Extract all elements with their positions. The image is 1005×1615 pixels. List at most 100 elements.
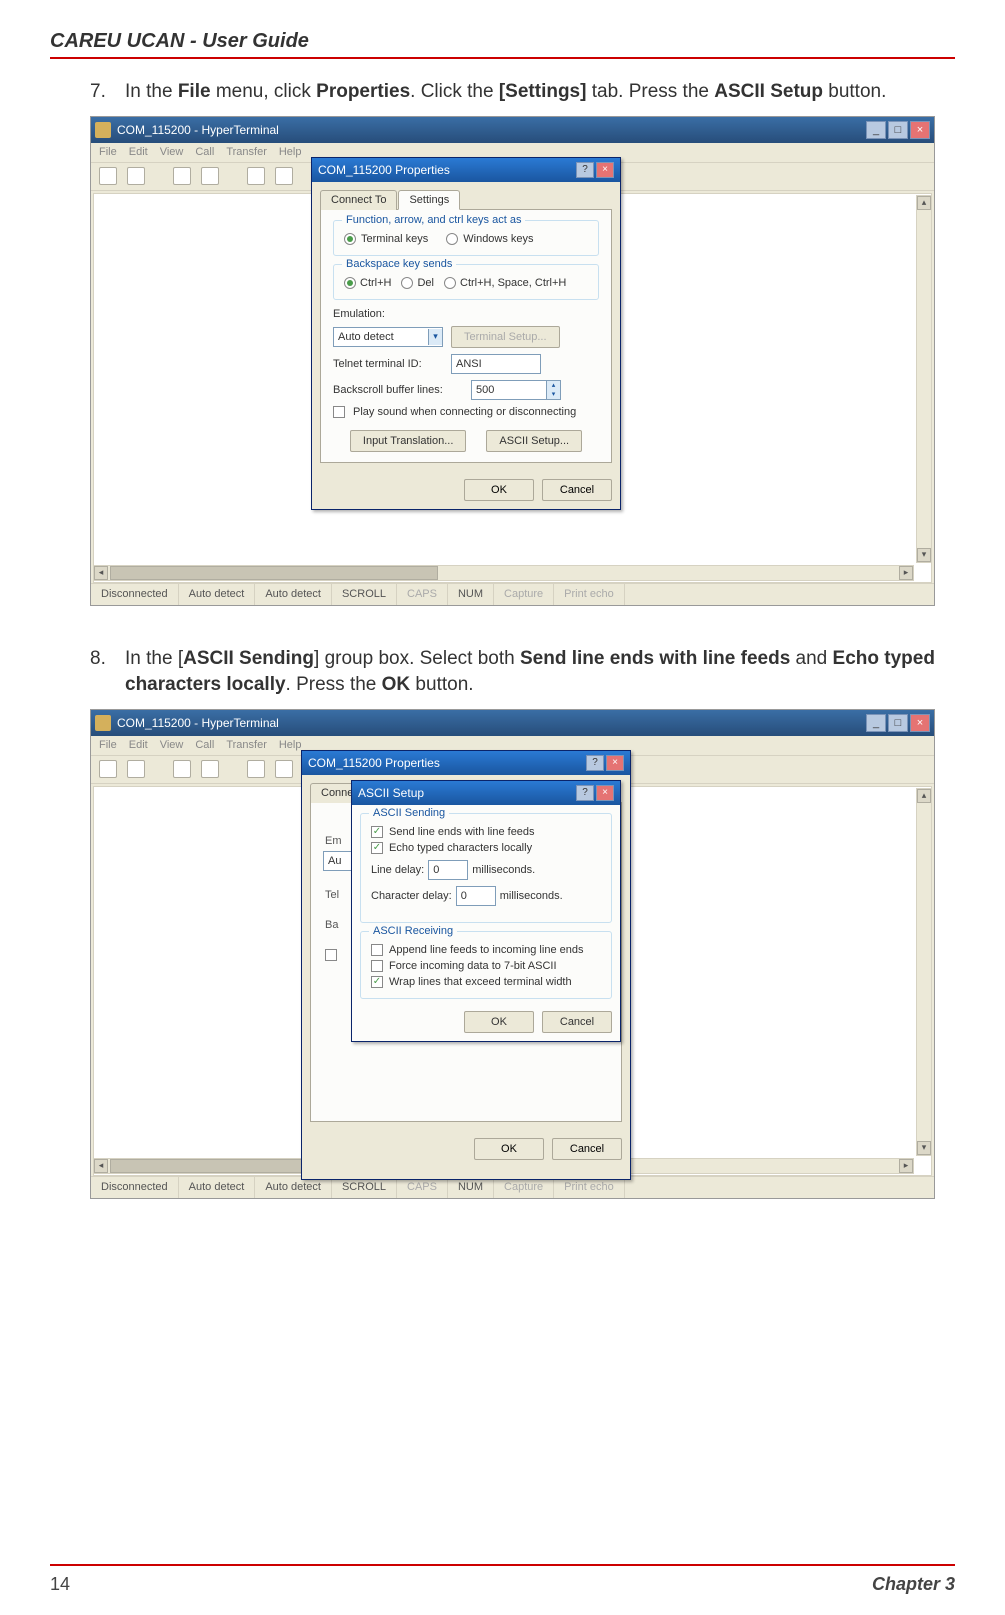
- spin-up-icon[interactable]: ▴: [547, 381, 560, 390]
- menu-view[interactable]: View: [160, 739, 184, 751]
- append-lf-checkbox[interactable]: [371, 944, 383, 956]
- windows-keys-label: Windows keys: [463, 233, 533, 245]
- receive-icon[interactable]: [275, 167, 293, 185]
- emulation-select[interactable]: Auto detect ▾: [333, 327, 443, 347]
- del-radio[interactable]: [401, 277, 413, 289]
- windows-keys-radio[interactable]: [446, 233, 458, 245]
- menu-file[interactable]: File: [99, 146, 117, 158]
- force-7bit-checkbox[interactable]: [371, 960, 383, 972]
- connect-icon[interactable]: [173, 167, 191, 185]
- t: Send line ends with line feeds: [520, 648, 790, 669]
- cancel-button[interactable]: Cancel: [542, 1011, 612, 1033]
- menu-transfer[interactable]: Transfer: [226, 146, 267, 158]
- menu-edit[interactable]: Edit: [129, 146, 148, 158]
- group-legend: ASCII Sending: [369, 807, 449, 819]
- scroll-right-icon[interactable]: ▸: [899, 1159, 913, 1173]
- dialog-close-button[interactable]: ×: [596, 785, 614, 801]
- del-label: Del: [417, 277, 434, 289]
- echo-typed-checkbox[interactable]: [371, 842, 383, 854]
- ok-button[interactable]: OK: [474, 1138, 544, 1160]
- tab-connect-to[interactable]: Connect To: [320, 190, 397, 210]
- titlebar: COM_115200 - HyperTerminal _ □ ×: [91, 710, 934, 736]
- ascii-setup-button[interactable]: ASCII Setup...: [486, 430, 582, 452]
- line-delay-input[interactable]: 0: [428, 860, 468, 880]
- scroll-thumb[interactable]: [110, 566, 438, 580]
- menu-call[interactable]: Call: [195, 739, 214, 751]
- open-icon[interactable]: [127, 167, 145, 185]
- wrap-lines-checkbox[interactable]: [371, 976, 383, 988]
- scroll-left-icon[interactable]: ◂: [94, 566, 108, 580]
- settings-panel: Function, arrow, and ctrl keys act as Te…: [320, 209, 612, 463]
- scroll-down-icon[interactable]: ▾: [917, 548, 931, 562]
- ctrlh-radio[interactable]: [344, 277, 356, 289]
- connect-icon[interactable]: [173, 760, 191, 778]
- scrollbar-horizontal[interactable]: ◂ ▸: [93, 565, 914, 581]
- scrollbar-vertical[interactable]: ▴ ▾: [916, 195, 932, 563]
- t: . Press the: [286, 674, 382, 695]
- dialog-title: COM_115200 Properties: [308, 756, 440, 770]
- send-icon[interactable]: [247, 167, 265, 185]
- telnet-id-input[interactable]: ANSI: [451, 354, 541, 374]
- scroll-up-icon[interactable]: ▴: [917, 196, 931, 210]
- minimize-button[interactable]: _: [866, 121, 886, 139]
- input-translation-button[interactable]: Input Translation...: [350, 430, 467, 452]
- play-sound-checkbox[interactable]: [333, 406, 345, 418]
- maximize-button[interactable]: □: [888, 121, 908, 139]
- menu-transfer[interactable]: Transfer: [226, 739, 267, 751]
- receive-icon[interactable]: [275, 760, 293, 778]
- minimize-button[interactable]: _: [866, 714, 886, 732]
- status-caps: CAPS: [397, 1177, 448, 1198]
- cancel-button[interactable]: Cancel: [552, 1138, 622, 1160]
- scroll-right-icon[interactable]: ▸: [899, 566, 913, 580]
- step-7: 7. In the File menu, click Properties. C…: [90, 79, 935, 106]
- menu-edit[interactable]: Edit: [129, 739, 148, 751]
- close-button[interactable]: ×: [910, 714, 930, 732]
- new-icon[interactable]: [99, 760, 117, 778]
- menu-call[interactable]: Call: [195, 146, 214, 158]
- dialog-close-button[interactable]: ×: [606, 755, 624, 771]
- tab-settings[interactable]: Settings: [398, 190, 460, 210]
- status-printecho: Print echo: [554, 584, 625, 605]
- send-icon[interactable]: [247, 760, 265, 778]
- ok-button[interactable]: OK: [464, 1011, 534, 1033]
- send-line-ends-label: Send line ends with line feeds: [389, 826, 535, 838]
- status-capture: Capture: [494, 1177, 554, 1198]
- dialog-title: COM_115200 Properties: [318, 163, 450, 177]
- menu-help[interactable]: Help: [279, 146, 302, 158]
- emulation-select-partial: Au: [323, 851, 353, 871]
- disconnect-icon[interactable]: [201, 167, 219, 185]
- new-icon[interactable]: [99, 167, 117, 185]
- ctrlh-space-radio[interactable]: [444, 277, 456, 289]
- close-button[interactable]: ×: [910, 121, 930, 139]
- scroll-up-icon[interactable]: ▴: [917, 789, 931, 803]
- menu-view[interactable]: View: [160, 146, 184, 158]
- cancel-button[interactable]: Cancel: [542, 479, 612, 501]
- spin-down-icon[interactable]: ▾: [547, 390, 560, 399]
- disconnect-icon[interactable]: [201, 760, 219, 778]
- chevron-down-icon: ▾: [428, 329, 442, 345]
- send-line-ends-checkbox[interactable]: [371, 826, 383, 838]
- help-button[interactable]: ?: [586, 755, 604, 771]
- help-button[interactable]: ?: [576, 162, 594, 178]
- open-icon[interactable]: [127, 760, 145, 778]
- help-button[interactable]: ?: [576, 785, 594, 801]
- line-delay-label: Line delay:: [371, 864, 424, 876]
- dialog-close-button[interactable]: ×: [596, 162, 614, 178]
- char-delay-input[interactable]: 0: [456, 886, 496, 906]
- line-delay-value: 0: [433, 864, 439, 876]
- menu-help[interactable]: Help: [279, 739, 302, 751]
- scroll-down-icon[interactable]: ▾: [917, 1141, 931, 1155]
- t: tab. Press the: [586, 81, 714, 102]
- ok-button[interactable]: OK: [464, 479, 534, 501]
- ascii-sending-group: ASCII Sending Send line ends with line f…: [360, 813, 612, 923]
- step-8: 8. In the [ASCII Sending] group box. Sel…: [90, 646, 935, 699]
- backscroll-input[interactable]: 500 ▴▾: [471, 380, 561, 400]
- wrap-lines-label: Wrap lines that exceed terminal width: [389, 976, 572, 988]
- menu-file[interactable]: File: [99, 739, 117, 751]
- step-text: In the [ASCII Sending] group box. Select…: [125, 646, 935, 699]
- scroll-left-icon[interactable]: ◂: [94, 1159, 108, 1173]
- terminal-keys-radio[interactable]: [344, 233, 356, 245]
- scrollbar-vertical[interactable]: ▴ ▾: [916, 788, 932, 1156]
- status-autodetect1: Auto detect: [179, 1177, 256, 1198]
- maximize-button[interactable]: □: [888, 714, 908, 732]
